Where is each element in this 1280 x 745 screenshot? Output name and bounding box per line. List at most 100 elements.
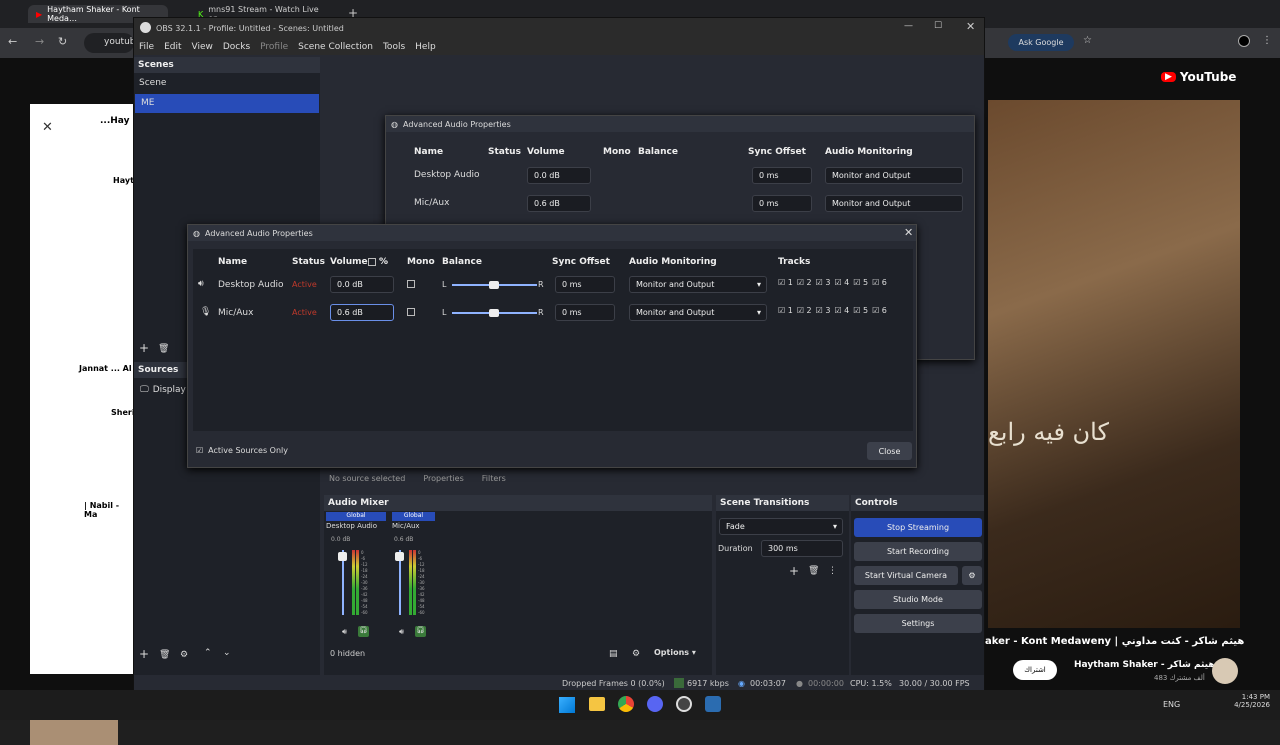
notification-bell-icon[interactable]: 🔔︎ — [62, 124, 80, 140]
add-scene-icon[interactable]: + — [139, 341, 149, 355]
monitoring-select[interactable]: Monitor and Output — [825, 167, 963, 184]
video-player[interactable]: كان فيه رابع — [988, 100, 1240, 628]
remove-source-icon[interactable]: 🗑︎ — [159, 650, 170, 660]
transition-select[interactable]: Fade ▾ — [719, 518, 843, 535]
volume-field[interactable]: 0.6 dB — [527, 195, 591, 212]
track-checkbox[interactable]: ☑ 5 — [853, 278, 868, 287]
advanced-audio-gear-icon[interactable]: ⚙ — [632, 649, 640, 659]
balance-slider[interactable] — [452, 281, 537, 289]
track-checkbox[interactable]: ☑ 3 — [816, 306, 831, 315]
speaker-icon[interactable]: 🔊︎ — [399, 627, 404, 637]
obs-taskbar-icon[interactable] — [676, 696, 692, 712]
active-sources-only-checkbox[interactable]: ☑ Active Sources Only — [196, 446, 288, 455]
mixer-layout-icon[interactable]: ▤ — [609, 649, 618, 659]
virtual-camera-gear-icon[interactable]: ⚙ — [962, 566, 982, 585]
start-virtual-camera-button[interactable]: Start Virtual Camera — [854, 566, 958, 585]
scene-item-selected[interactable]: ME — [135, 94, 319, 113]
track-checkbox[interactable]: ☑ 6 — [872, 278, 887, 287]
balance-slider[interactable] — [452, 309, 537, 317]
stop-streaming-button[interactable]: Stop Streaming — [854, 518, 982, 537]
menu-scene-collection[interactable]: Scene Collection — [298, 42, 373, 52]
remove-scene-icon[interactable]: 🗑︎ — [158, 344, 169, 354]
dialog-close-icon[interactable]: ✕ — [904, 226, 913, 239]
maximize-icon[interactable]: ☐ — [934, 21, 942, 31]
transition-more-icon[interactable]: ⋮ — [828, 566, 837, 576]
track-checkbox[interactable]: ☑ 5 — [853, 306, 868, 315]
discord-icon[interactable] — [647, 696, 663, 712]
mono-checkbox[interactable] — [407, 280, 415, 288]
window-close-icon[interactable]: ✕ — [966, 20, 975, 33]
sync-field[interactable]: 0 ms — [752, 167, 812, 184]
start-icon[interactable] — [559, 697, 575, 713]
track-checkbox[interactable]: ☑ 2 — [797, 278, 812, 287]
menu-docks[interactable]: Docks — [223, 42, 250, 52]
subscribe-button[interactable]: اشتراك — [1013, 660, 1057, 680]
channel-name[interactable]: Haytham Shaker - هيثم شاكر — [1074, 660, 1215, 670]
youtube-logo[interactable]: ▶ YouTube — [1161, 70, 1236, 84]
sync-field[interactable]: 0 ms — [752, 195, 812, 212]
channel-name-mic[interactable]: Mic/Aux — [392, 522, 420, 530]
speaker-icon[interactable]: 🔊︎ — [342, 627, 347, 637]
menu-tools[interactable]: Tools — [383, 42, 405, 52]
channel-avatar[interactable] — [1212, 658, 1238, 684]
track-checkbox[interactable]: ☑ 4 — [834, 278, 849, 287]
mixer-options-button[interactable]: Options ▾ — [654, 648, 696, 657]
minimize-icon[interactable]: — — [904, 21, 913, 31]
chrome-icon[interactable] — [618, 696, 634, 712]
sync-offset-field[interactable]: 0 ms — [555, 276, 615, 293]
reload-icon[interactable]: ↻ — [58, 35, 67, 48]
start-recording-button[interactable]: Start Recording — [854, 542, 982, 561]
mono-checkbox[interactable] — [407, 308, 415, 316]
monitor-headphones-icon[interactable]: 🎧︎ — [415, 626, 426, 637]
back-icon[interactable]: ← — [8, 35, 17, 48]
address-bar[interactable]: youtub — [84, 33, 135, 53]
add-source-icon[interactable]: + — [139, 647, 149, 661]
channel-name-desktop[interactable]: Desktop Audio — [326, 522, 377, 530]
percent-checkbox[interactable] — [368, 258, 376, 266]
queue-item-title[interactable]: Hayt — [113, 176, 134, 185]
track-checkbox[interactable]: ☑ 1 — [778, 306, 793, 315]
track-checkbox[interactable]: ☑ 3 — [816, 278, 831, 287]
queue-item-title[interactable]: | Nabil - Ma — [84, 501, 133, 519]
add-transition-icon[interactable]: + — [789, 564, 799, 578]
remove-transition-icon[interactable]: 🗑︎ — [808, 566, 819, 576]
filters-button[interactable]: Filters — [482, 474, 506, 483]
menu-file[interactable]: File — [139, 42, 154, 52]
scene-item[interactable]: Scene — [139, 78, 166, 88]
volume-field-focused[interactable]: 0.6 dB — [330, 304, 394, 321]
settings-button[interactable]: Settings — [854, 614, 982, 633]
monitoring-select[interactable]: Monitor and Output ▾ — [629, 276, 767, 293]
menu-help[interactable]: Help — [415, 42, 436, 52]
close-icon[interactable]: ✕ — [42, 120, 53, 135]
volume-fader-handle[interactable] — [395, 552, 404, 561]
track-checkbox[interactable]: ☑ 6 — [872, 306, 887, 315]
menu-profile[interactable]: Profile — [260, 42, 288, 52]
move-up-icon[interactable]: ⌃ — [204, 648, 212, 658]
menu-view[interactable]: View — [192, 42, 213, 52]
monitoring-select[interactable]: Monitor and Output ▾ — [629, 304, 767, 321]
volume-field[interactable]: 0.0 dB — [527, 167, 591, 184]
profile-avatar[interactable] — [1238, 35, 1250, 47]
clock[interactable]: 1:43 PM 4/25/2026 — [1230, 693, 1270, 709]
studio-mode-button[interactable]: Studio Mode — [854, 590, 982, 609]
volume-field[interactable]: 0.0 dB — [330, 276, 394, 293]
close-button[interactable]: Close — [867, 442, 912, 460]
shield-icon[interactable] — [705, 696, 721, 712]
more-icon[interactable]: ⋮ — [1262, 35, 1272, 46]
duration-spinbox[interactable]: 300 ms — [761, 540, 843, 557]
balance-slider-handle[interactable] — [489, 309, 499, 317]
monitor-headphones-icon[interactable]: 🎧︎ — [358, 626, 369, 637]
source-settings-gear-icon[interactable]: ⚙ — [180, 650, 188, 660]
balance-slider-handle[interactable] — [489, 281, 499, 289]
move-down-icon[interactable]: ⌄ — [223, 648, 231, 658]
sync-offset-field[interactable]: 0 ms — [555, 304, 615, 321]
queue-item-title[interactable]: Jannat ... Al — [79, 364, 132, 373]
menu-edit[interactable]: Edit — [164, 42, 181, 52]
queue-item-title[interactable]: Sheri — [111, 408, 135, 417]
track-checkbox[interactable]: ☑ 4 — [834, 306, 849, 315]
source-item[interactable]: 🖵 Display — [140, 385, 186, 395]
properties-button[interactable]: Properties — [423, 474, 463, 483]
file-explorer-icon[interactable] — [589, 697, 605, 711]
monitoring-select[interactable]: Monitor and Output — [825, 195, 963, 212]
forward-icon[interactable]: → — [35, 35, 44, 48]
